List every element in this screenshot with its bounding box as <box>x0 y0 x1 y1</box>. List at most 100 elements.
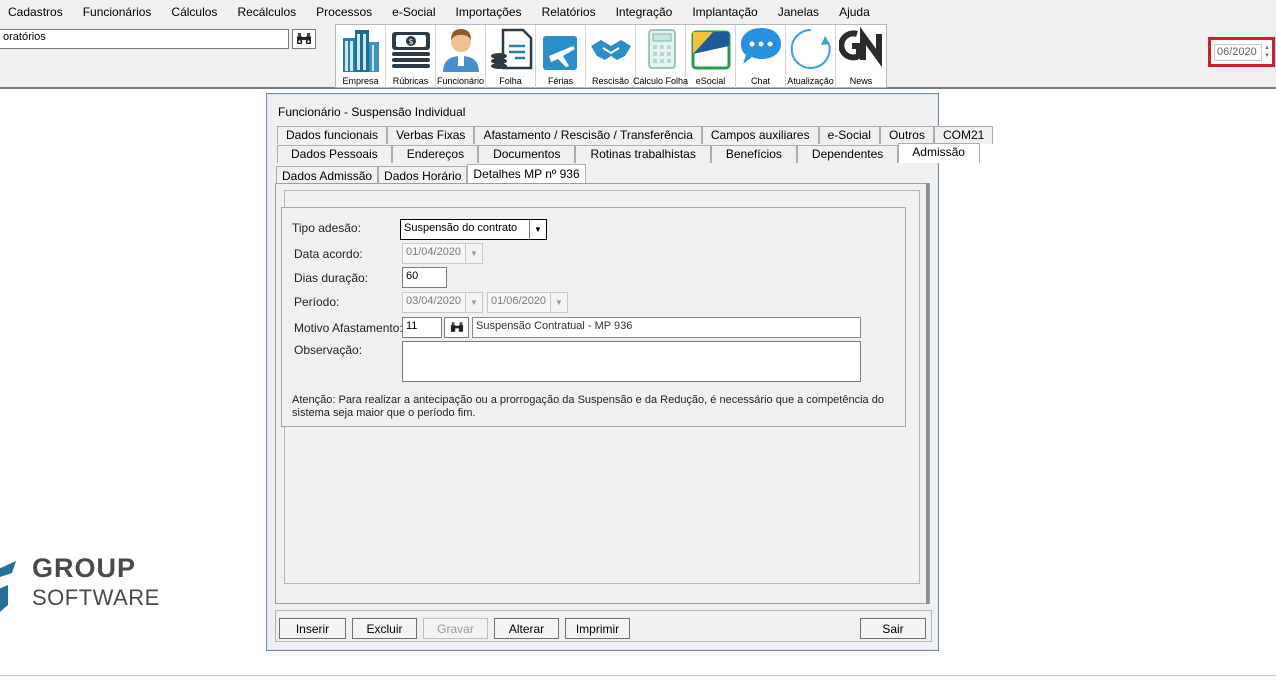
chevron-down-icon[interactable]: ▼ <box>550 293 567 312</box>
data-acordo-value: 01/04/2020 <box>406 246 462 258</box>
search-button[interactable] <box>292 29 316 49</box>
tab-dependentes[interactable]: Dependentes <box>796 145 899 163</box>
menu-ajuda[interactable]: Ajuda <box>839 5 880 19</box>
tipo-adesao-label: Tipo adesão: <box>292 221 361 235</box>
shortcut-funcionario[interactable]: Funcionário <box>436 25 486 88</box>
button-bar: Inserir Excluir Gravar Alterar Imprimir … <box>275 610 932 642</box>
shortcut-label: Atualização <box>787 76 834 86</box>
tab-outros[interactable]: Outros <box>879 126 934 144</box>
menu-cadastros[interactable]: Cadastros <box>8 5 73 19</box>
competencia-field[interactable]: 06/2020 <box>1214 44 1262 61</box>
observacao-textarea[interactable] <box>402 341 861 382</box>
shortcut-label: eSocial <box>695 76 726 86</box>
shortcut-ferias[interactable]: Férias <box>536 25 586 88</box>
periodo-inicio-field[interactable]: 03/04/2020 ▼ <box>402 292 483 313</box>
binoculars-icon <box>450 322 463 332</box>
tab-admissao[interactable]: Admissão <box>898 143 980 163</box>
shortcut-bar: Empresa $ Rúbricas Funcionário Folha Fér… <box>335 24 887 88</box>
group-software-logo: GROUP SOFTWARE <box>0 553 160 623</box>
competencia-box: 06/2020 ▲ ▼ <box>1208 37 1275 67</box>
shortcut-atualizacao[interactable]: Atualização <box>786 25 836 88</box>
shortcut-news[interactable]: News <box>836 25 886 88</box>
tab-dados-funcionais[interactable]: Dados funcionais <box>277 126 388 144</box>
shortcut-label: Chat <box>750 76 770 86</box>
motivo-search-button[interactable] <box>444 317 469 338</box>
menu-recalculos[interactable]: Recálculos <box>237 5 306 19</box>
calculator-icon <box>648 29 676 69</box>
tab-dados-horario[interactable]: Dados Horário <box>378 166 468 184</box>
tab-dados-pessoais[interactable]: Dados Pessoais <box>277 145 392 163</box>
tab-documentos[interactable]: Documentos <box>478 145 576 163</box>
shortcut-rescisao[interactable]: Rescisão <box>586 25 636 88</box>
handshake-icon <box>591 40 631 60</box>
data-acordo-field[interactable]: 01/04/2020 ▼ <box>402 243 483 264</box>
shortcut-esocial[interactable]: eSocial <box>686 25 736 88</box>
tab-dados-admissao[interactable]: Dados Admissão <box>276 166 379 184</box>
periodo-fim-field[interactable]: 01/06/2020 ▼ <box>487 292 568 313</box>
menu-processos[interactable]: Processos <box>316 5 382 19</box>
menu-implantacao[interactable]: Implantação <box>692 5 767 19</box>
search-input[interactable]: oratórios <box>0 29 289 49</box>
chevron-down-icon[interactable]: ▼ <box>465 293 482 312</box>
menu-relatorios[interactable]: Relatórios <box>542 5 606 19</box>
sair-button[interactable]: Sair <box>860 618 926 639</box>
logo-text-group: GROUP <box>32 553 137 583</box>
menu-integracao[interactable]: Integração <box>616 5 683 19</box>
menu-bar: Cadastros Funcionários Cálculos Recálcul… <box>0 0 1276 24</box>
menu-importacoes[interactable]: Importações <box>456 5 532 19</box>
shortcut-folha[interactable]: Folha <box>486 25 536 88</box>
motivo-afastamento-label: Motivo Afastamento: <box>294 321 403 335</box>
shortcut-chat[interactable]: Chat <box>736 25 786 88</box>
dias-duracao-field[interactable]: 60 <box>402 267 447 288</box>
tab-rotinas-trabalhistas[interactable]: Rotinas trabalhistas <box>575 145 711 163</box>
chevron-down-icon[interactable]: ▼ <box>529 220 546 239</box>
tab-esocial[interactable]: e-Social <box>818 126 880 144</box>
menu-janelas[interactable]: Janelas <box>778 5 829 19</box>
binoculars-icon <box>297 33 311 44</box>
menu-calculos[interactable]: Cálculos <box>171 5 227 19</box>
esocial-icon <box>691 30 731 70</box>
shortcut-rubricas[interactable]: $ Rúbricas <box>386 25 436 88</box>
shortcut-calculo-folha[interactable]: Cálculo Folha <box>633 25 688 88</box>
tipo-adesao-select[interactable]: Suspensão do contrato ▼ <box>400 219 547 240</box>
shortcut-label: Cálculo Folha <box>632 76 689 86</box>
tipo-adesao-value: Suspensão do contrato <box>404 222 518 234</box>
employee-icon <box>443 29 479 72</box>
payroll-document-icon <box>491 28 533 70</box>
shortcut-label: Rescisão <box>591 76 629 86</box>
shortcut-label: News <box>849 76 873 86</box>
gn-news-icon <box>839 26 882 68</box>
tab-row-3: Dados Admissão Dados Horário Detalhes MP… <box>276 164 586 184</box>
alterar-button[interactable]: Alterar <box>494 618 559 639</box>
tab-row-1: Dados funcionais Verbas Fixas Afastament… <box>277 126 994 144</box>
building-icon <box>343 30 379 72</box>
chevron-down-icon[interactable]: ▼ <box>465 244 482 263</box>
gravar-button[interactable]: Gravar <box>423 618 488 639</box>
shortcut-label: Rúbricas <box>392 76 429 86</box>
motivo-codigo-field[interactable]: 11 <box>402 317 442 338</box>
tab-verbas-fixas[interactable]: Verbas Fixas <box>387 126 475 144</box>
tab-detalhes-mp-936[interactable]: Detalhes MP nº 936 <box>467 164 586 184</box>
shortcut-label: Funcionário <box>436 76 485 86</box>
periodo-label: Período: <box>294 295 340 309</box>
logo-text-software: SOFTWARE <box>32 585 160 610</box>
excluir-button[interactable]: Excluir <box>352 618 417 639</box>
tab-enderecos[interactable]: Endereços <box>391 145 479 163</box>
tab-com21[interactable]: COM21 <box>933 126 994 144</box>
shortcut-empresa[interactable]: Empresa <box>336 25 386 88</box>
attention-note: Atenção: Para realizar a antecipação ou … <box>292 394 884 419</box>
menu-esocial[interactable]: e-Social <box>392 5 445 19</box>
tab-beneficios[interactable]: Benefícios <box>710 145 797 163</box>
imprimir-button[interactable]: Imprimir <box>565 618 630 639</box>
inserir-button[interactable]: Inserir <box>279 618 346 639</box>
tab-campos-auxiliares[interactable]: Campos auxiliares <box>701 126 819 144</box>
logo-mark-icon <box>0 561 16 612</box>
refresh-icon <box>790 28 831 69</box>
dialog-title: Funcionário - Suspensão Individual <box>278 105 466 119</box>
competencia-spinner[interactable]: ▲ ▼ <box>1263 44 1271 61</box>
shortcut-label: Empresa <box>342 76 379 86</box>
tab-afastamento[interactable]: Afastamento / Rescisão / Transferência <box>474 126 702 144</box>
vertical-scrollbar[interactable] <box>926 183 929 604</box>
suspensao-dialog: Funcionário - Suspensão Individual Dados… <box>266 93 994 651</box>
menu-funcionarios[interactable]: Funcionários <box>83 5 162 19</box>
